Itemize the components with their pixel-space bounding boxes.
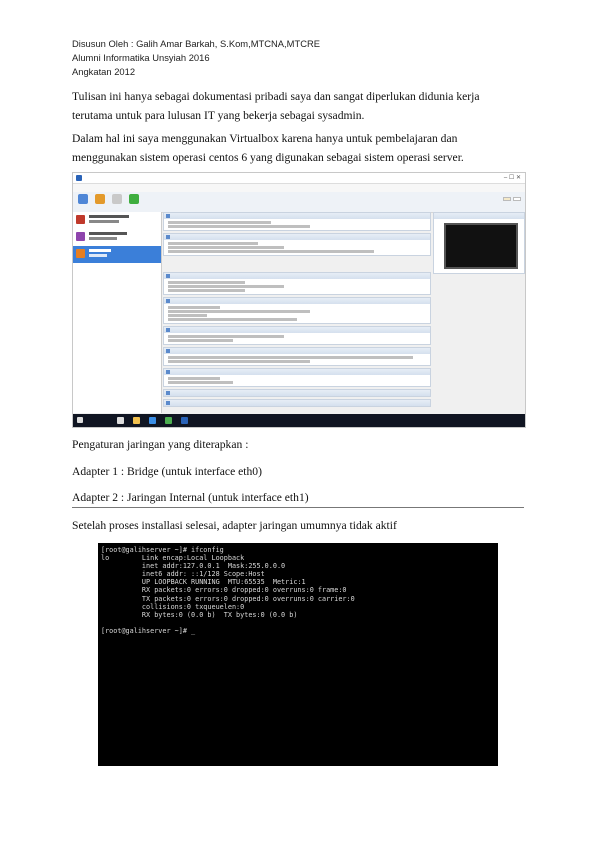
terminal-line: RX packets:0 errors:0 dropped:0 overruns… (101, 586, 347, 595)
vbox-toolbar-right (501, 197, 521, 202)
vm-list-item (73, 212, 161, 229)
details-section (163, 297, 431, 324)
terminal-line: UP LOOPBACK RUNNING MTU:65535 Metric:1 (101, 578, 306, 587)
terminal-line: TX packets:0 errors:0 dropped:0 overruns… (101, 594, 355, 603)
intro-paragraph: Tulisan ini hanya sebagai dokumentasi pr… (72, 90, 480, 122)
terminal-line: lo Link encap:Local Loopback (101, 554, 245, 563)
vbox-title-bar: – ☐ ✕ (73, 173, 525, 184)
alumni-line: Alumni Informatika Unsyiah 2016 (72, 52, 210, 63)
batch-line: Angkatan 2012 (72, 66, 136, 77)
vm-list-item-selected (73, 246, 161, 263)
taskbar-app-icon (117, 417, 124, 424)
start-icon (127, 194, 141, 204)
taskbar-app-icon (133, 417, 140, 424)
details-section (163, 326, 431, 345)
terminal-line: [root@galihserver ~]# _ (101, 626, 196, 635)
virtualbox-screenshot: – ☐ ✕ (72, 172, 526, 428)
windows-taskbar (73, 414, 525, 427)
terminal-line: [root@galihserver ~]# ifconfig (101, 546, 224, 554)
adapter-1-line: Adapter 1 : Bridge (untuk interface eth0… (72, 465, 262, 478)
vm-preview-panel (433, 212, 525, 274)
after-install-line: Setelah proses installasi selesai, adapt… (72, 519, 397, 532)
horizontal-rule (72, 507, 524, 508)
new-vm-icon (76, 194, 90, 204)
terminal-line: inet addr:127.0.0.1 Mask:255.0.0.0 (101, 562, 286, 571)
terminal-line: inet6 addr: ::1/128 Scope:Host (101, 570, 265, 579)
document-header: Disusun Oleh : Galih Amar Barkah, S.Kom,… (72, 37, 320, 79)
terminal-output: [root@galihserver ~]# ifconfig lo Link e… (98, 543, 498, 635)
adapter-2-line: Adapter 2 : Jaringan Internal (untuk int… (72, 491, 309, 504)
vm-list-item (73, 229, 161, 246)
start-menu-icon (77, 417, 83, 423)
virtualbox-paragraph: Dalam hal ini saya menggunakan Virtualbo… (72, 132, 464, 164)
taskbar-app-icon (181, 417, 188, 424)
details-section (163, 399, 431, 407)
taskbar-app-icon (165, 417, 172, 424)
details-section (163, 233, 431, 256)
discard-icon (110, 194, 124, 204)
vm-preview-screen (444, 223, 518, 269)
terminal-line: RX bytes:0 (0.0 b) TX bytes:0 (0.0 b) (101, 610, 298, 619)
details-section (163, 389, 431, 397)
author-line: Disusun Oleh : Galih Amar Barkah, S.Kom,… (72, 38, 320, 49)
terminal-screenshot: [root@galihserver ~]# ifconfig lo Link e… (98, 543, 498, 766)
window-controls: – ☐ ✕ (503, 175, 521, 181)
settings-icon (93, 194, 107, 204)
vbox-toolbar (73, 192, 525, 213)
virtualbox-icon (76, 175, 82, 181)
vbox-menu-bar (73, 184, 525, 192)
details-section (163, 368, 431, 387)
vm-details-panel (163, 212, 431, 413)
taskbar-app-icon (149, 417, 156, 424)
network-settings-heading: Pengaturan jaringan yang diterapkan : (72, 438, 249, 451)
details-section (163, 347, 431, 366)
details-section (163, 272, 431, 295)
vm-list (73, 212, 162, 413)
details-section (163, 212, 431, 231)
terminal-line: collisions:0 txqueuelen:0 (101, 602, 245, 611)
